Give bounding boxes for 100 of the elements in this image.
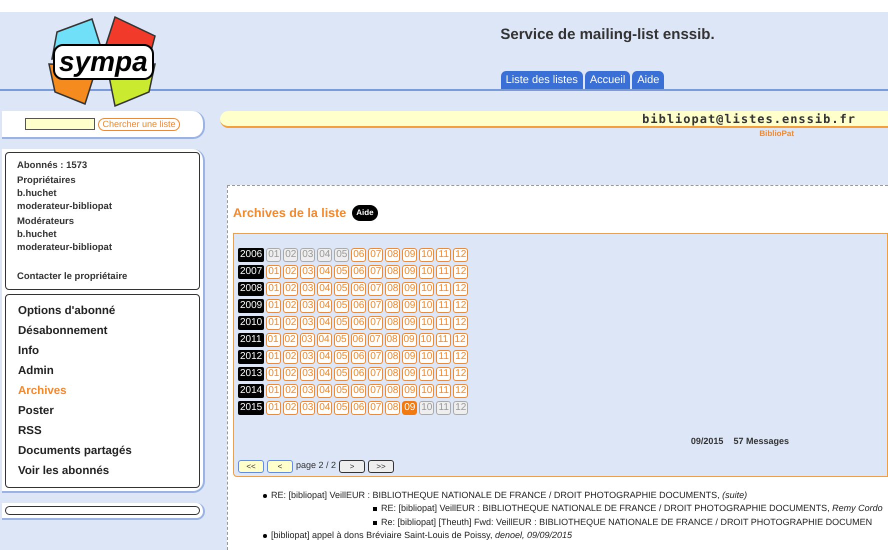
menu-item[interactable]: Documents partagés	[18, 443, 187, 459]
month-link[interactable]: 11	[436, 332, 451, 347]
message-link[interactable]: RE: [bibliopat] VeillEUR : BIBLIOTHEQUE NATIONALE DE FRANCE / DROIT PHOTOGRAPHIE DOCUMENTS, (suite)	[271, 488, 748, 502]
menu-item[interactable]: Voir les abonnés	[18, 463, 187, 479]
month-link[interactable]: 07	[368, 384, 384, 398]
month-link[interactable]: 09	[402, 298, 418, 313]
month-link[interactable]: 09	[402, 400, 418, 415]
month-link[interactable]: 01	[266, 400, 282, 415]
month-link[interactable]: 12	[453, 282, 468, 296]
month-link[interactable]: 12	[453, 248, 468, 262]
month-link[interactable]: 10	[419, 282, 434, 296]
month-link[interactable]: 06	[351, 248, 366, 262]
month-link[interactable]: 12	[453, 264, 468, 279]
month-link[interactable]: 03	[300, 316, 316, 330]
month-link[interactable]: 09	[402, 316, 418, 330]
month-link[interactable]: 04	[317, 400, 332, 415]
month-link[interactable]: 11	[436, 384, 452, 398]
month-link[interactable]: 05	[334, 350, 350, 364]
month-link[interactable]: 05	[334, 264, 350, 279]
menu-item[interactable]: Poster	[18, 403, 187, 419]
month-link[interactable]: 05	[334, 316, 350, 330]
month-link[interactable]: 03	[300, 366, 316, 381]
month-link[interactable]: 02	[283, 384, 298, 398]
month-link[interactable]: 01	[266, 384, 282, 398]
month-link[interactable]: 07	[368, 298, 384, 313]
month-link[interactable]: 04	[317, 350, 332, 364]
month-link[interactable]: 09	[402, 282, 418, 296]
month-link[interactable]: 11	[436, 282, 452, 296]
month-link[interactable]: 06	[351, 350, 366, 364]
month-link[interactable]: 08	[385, 316, 400, 330]
month-link[interactable]: 06	[351, 400, 366, 415]
month-link[interactable]: 03	[300, 298, 316, 313]
month-link[interactable]: 03	[300, 384, 316, 398]
month-link[interactable]: 02	[283, 264, 298, 279]
month-link[interactable]: 06	[350, 332, 366, 347]
month-link[interactable]: 03	[300, 400, 316, 415]
month-link[interactable]: 03	[300, 282, 316, 296]
month-link[interactable]: 11	[436, 264, 452, 279]
month-link[interactable]: 08	[385, 298, 400, 313]
month-link[interactable]: 06	[351, 298, 366, 313]
month-link[interactable]: 02	[283, 282, 298, 296]
month-link[interactable]: 04	[317, 298, 332, 313]
month-link[interactable]: 10	[419, 316, 434, 330]
month-link[interactable]: 07	[368, 400, 384, 415]
month-link[interactable]: 07	[368, 366, 384, 381]
month-link[interactable]: 08	[385, 282, 400, 296]
month-link[interactable]: 12	[453, 384, 468, 398]
month-link[interactable]: 11	[436, 366, 452, 381]
contact-owner-link[interactable]: Contacter le propriétaire	[17, 270, 188, 283]
menu-item[interactable]: RSS	[18, 423, 187, 439]
month-link[interactable]: 01	[266, 316, 282, 330]
month-link[interactable]: 09	[402, 350, 418, 364]
month-link[interactable]: 09	[402, 366, 418, 381]
month-link[interactable]: 07	[368, 316, 384, 330]
message-link[interactable]: Re: [bibliopat] [Theuth] Fwd: VeillEUR : BIBLIOTHEQUE NATIONALE DE FRANCE / DROIT PHOTOGRAPHIE DOCUMEN	[381, 516, 872, 530]
month-link[interactable]: 07	[368, 282, 384, 296]
month-link[interactable]: 02	[283, 316, 298, 330]
month-link[interactable]: 01	[266, 282, 282, 296]
month-link[interactable]: 07	[368, 332, 383, 347]
month-link[interactable]: 08	[385, 366, 400, 381]
month-link[interactable]: 06	[351, 384, 366, 398]
month-link[interactable]: 12	[452, 332, 468, 347]
month-link[interactable]: 06	[351, 316, 366, 330]
month-link[interactable]: 04	[317, 264, 332, 279]
month-link[interactable]: 11	[436, 298, 452, 313]
nav-tab[interactable]: Aide	[632, 70, 664, 89]
month-link[interactable]: 10	[419, 298, 434, 313]
nav-tab[interactable]: Accueil	[584, 70, 630, 89]
search-field[interactable]	[25, 118, 96, 130]
search-button[interactable]: Chercher une liste	[98, 118, 180, 130]
pager-button[interactable]: <<	[238, 460, 264, 472]
month-link[interactable]: 06	[351, 264, 366, 279]
month-link[interactable]: 06	[351, 366, 366, 381]
month-link[interactable]: 05	[334, 282, 350, 296]
month-link[interactable]: 08	[385, 350, 400, 364]
month-link[interactable]: 05	[334, 366, 350, 381]
month-link[interactable]: 01	[266, 298, 282, 313]
month-link[interactable]: 10	[419, 264, 434, 279]
month-link[interactable]: 04	[316, 332, 332, 347]
month-link[interactable]: 02	[282, 332, 298, 347]
month-link[interactable]: 05	[334, 384, 350, 398]
month-link[interactable]: 02	[283, 350, 298, 364]
month-link[interactable]: 09	[402, 384, 418, 398]
month-link[interactable]: 12	[453, 298, 468, 313]
month-link[interactable]: 11	[436, 316, 452, 330]
menu-item[interactable]: Info	[18, 343, 187, 359]
month-link[interactable]: 05	[334, 298, 350, 313]
month-link[interactable]: 05	[334, 400, 350, 415]
month-link[interactable]: 08	[385, 264, 400, 279]
month-link[interactable]: 01	[266, 366, 282, 381]
month-link[interactable]: 12	[453, 350, 468, 364]
month-link[interactable]: 03	[300, 332, 315, 347]
nav-tab[interactable]: Liste des listes	[500, 70, 583, 89]
month-link[interactable]: 04	[317, 384, 332, 398]
month-link[interactable]: 10	[419, 248, 434, 262]
month-link[interactable]: 07	[368, 264, 384, 279]
month-link[interactable]: 07	[368, 248, 384, 262]
month-link[interactable]: 02	[283, 366, 298, 381]
month-link[interactable]: 12	[453, 366, 468, 381]
month-link[interactable]: 09	[402, 264, 418, 279]
